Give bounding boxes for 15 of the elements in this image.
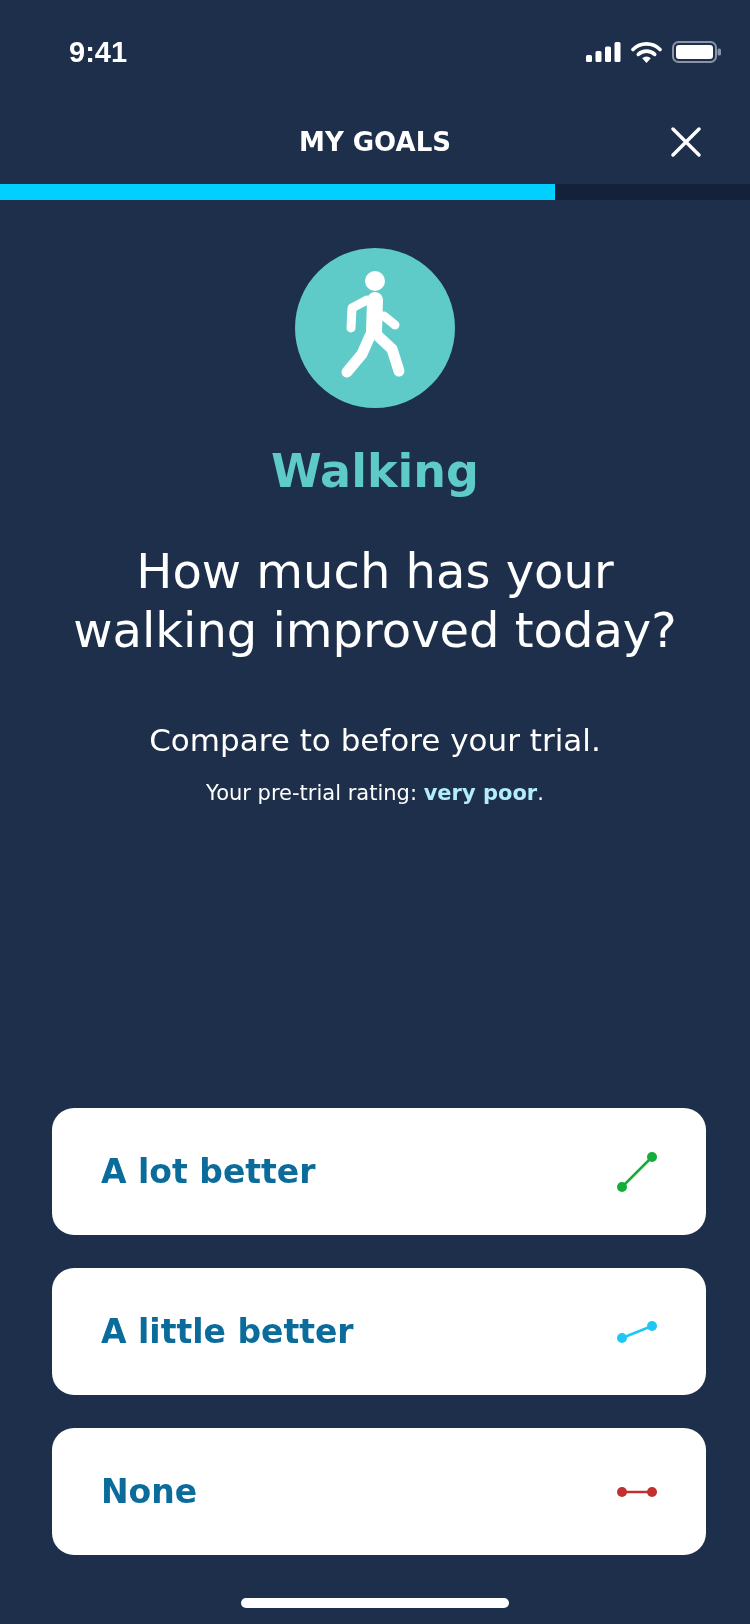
status-time: 9:41 <box>69 35 128 69</box>
wifi-icon <box>631 41 662 63</box>
close-icon <box>671 127 701 157</box>
walking-person-icon <box>295 248 455 408</box>
header-title: MY GOALS <box>299 126 451 158</box>
question-text: How much has your walking improved today? <box>72 542 678 660</box>
close-button[interactable] <box>671 127 701 157</box>
option-button[interactable]: A little better <box>52 1268 706 1395</box>
signal-icon <box>586 42 621 62</box>
battery-icon <box>672 41 721 63</box>
option-button[interactable]: A lot better <box>52 1108 706 1235</box>
goal-title: Walking <box>271 443 479 499</box>
option-button[interactable]: None <box>52 1428 706 1555</box>
rating-note: Your pre-trial rating: very poor. <box>206 780 544 807</box>
instruction-text: Compare to before your trial. <box>149 721 601 760</box>
